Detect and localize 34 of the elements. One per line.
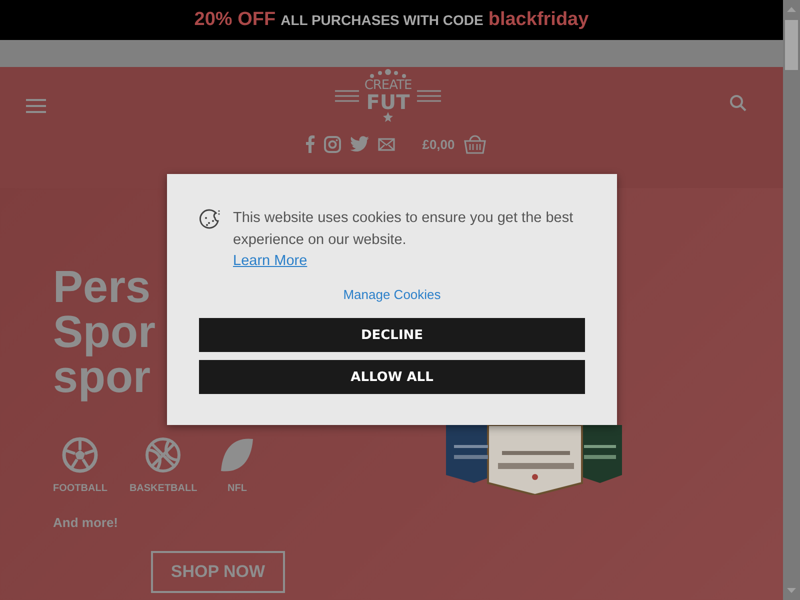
cookie-message: This website uses cookies to ensure you get the best experience on our website. bbox=[233, 209, 574, 250]
american-football-icon[interactable] bbox=[219, 437, 256, 473]
shop-now-button[interactable]: SHOP NOW bbox=[151, 551, 285, 593]
sport-label: FOOTBALL bbox=[53, 483, 108, 494]
hero-subtext: And more! bbox=[53, 515, 119, 530]
scrollbar[interactable] bbox=[783, 0, 800, 600]
sport-label: NFL bbox=[227, 483, 247, 494]
promo-discount: 20% OFF bbox=[194, 9, 276, 31]
twitter-icon[interactable] bbox=[350, 136, 370, 152]
search-icon[interactable] bbox=[729, 94, 747, 112]
lines-icon bbox=[335, 88, 362, 102]
promo-code: blackfriday bbox=[488, 9, 589, 31]
allow-all-button[interactable]: ALLOW ALL bbox=[199, 360, 585, 394]
logo-text: FUT bbox=[366, 92, 410, 112]
lines-icon bbox=[414, 88, 441, 102]
hero-heading: Spor bbox=[53, 309, 156, 354]
manage-cookies-link[interactable]: Manage Cookies bbox=[343, 287, 441, 302]
logo[interactable]: CREATE FUT bbox=[335, 69, 441, 122]
basketball-icon[interactable] bbox=[145, 437, 182, 473]
sport-label: BASKETBALL bbox=[129, 483, 198, 494]
cookie-icon bbox=[199, 209, 221, 231]
logo-text: CREATE bbox=[364, 79, 412, 92]
instagram-icon[interactable] bbox=[324, 136, 342, 152]
facebook-icon[interactable] bbox=[305, 135, 316, 153]
star-icon bbox=[383, 112, 393, 122]
cart-total[interactable]: £0,00 bbox=[422, 136, 455, 152]
decline-button[interactable]: DECLINE bbox=[199, 318, 585, 352]
hero-heading: Pers bbox=[53, 264, 151, 309]
football-icon[interactable] bbox=[62, 437, 98, 473]
learn-more-link[interactable]: Learn More bbox=[233, 251, 308, 271]
menu-icon[interactable] bbox=[25, 98, 47, 114]
promo-text: ALL PURCHASES WITH CODE bbox=[280, 12, 484, 28]
basket-icon[interactable] bbox=[464, 134, 486, 154]
mail-icon[interactable] bbox=[378, 138, 396, 150]
